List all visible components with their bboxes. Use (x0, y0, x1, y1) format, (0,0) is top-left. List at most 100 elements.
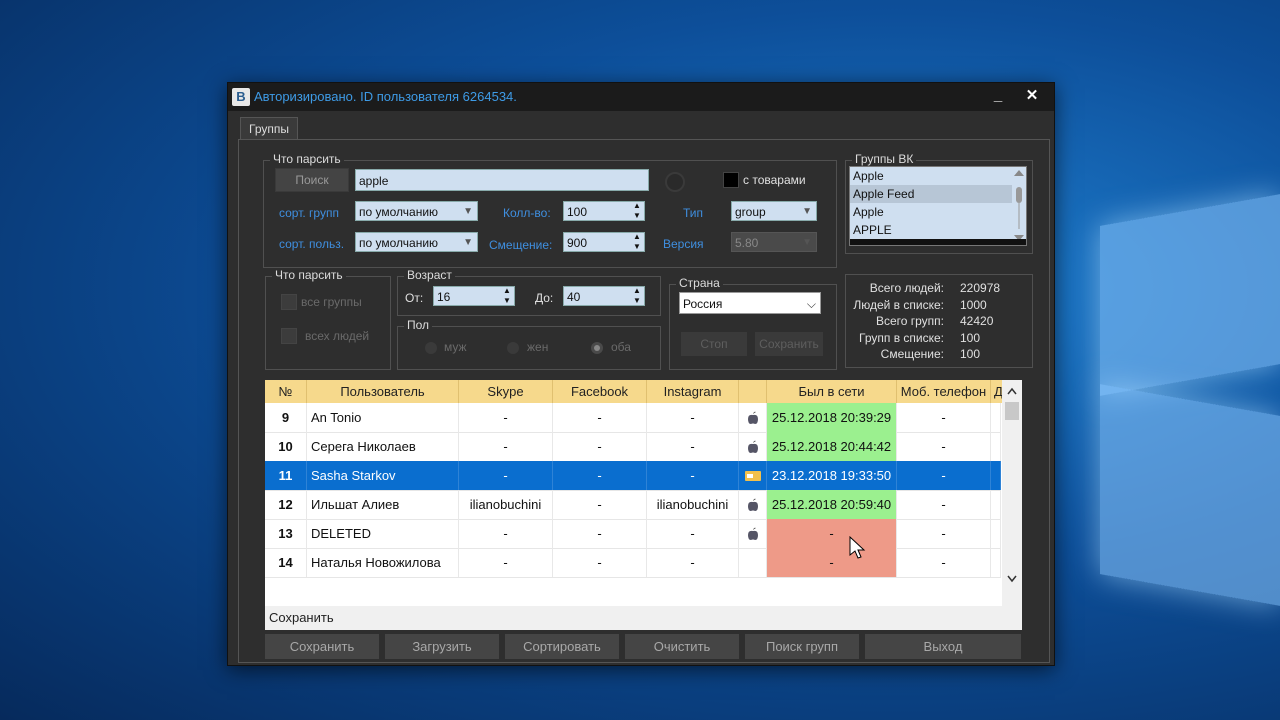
parse-legend: Что парсить (270, 152, 344, 166)
list-item[interactable]: Apple Feed (850, 185, 1026, 203)
search-button[interactable]: Поиск (275, 168, 349, 192)
table-cell-online: - (767, 548, 897, 577)
table-row[interactable]: 12 Ильшат Алиев ilianobuchini - ilianobuchin… (265, 490, 1001, 520)
age-from-label: От: (405, 291, 424, 305)
col-header[interactable]: Был в сети (767, 380, 897, 403)
table-cell-fb: - (553, 461, 647, 490)
age-from-input[interactable]: 16 ▲ ▼ (433, 286, 515, 306)
list-item[interactable]: Apple (850, 167, 1026, 185)
table-cell-user: Ильшат Алиев (307, 490, 459, 519)
table-cell-n: 12 (265, 490, 307, 519)
female-radio[interactable] (507, 342, 519, 354)
vk-logo-icon: B (232, 88, 250, 106)
type-value: group (735, 205, 766, 219)
vk-groups-legend: Группы ВК (852, 152, 917, 166)
table-cell-n: 10 (265, 432, 307, 461)
table-cell-skype: - (459, 403, 553, 432)
table-header: № Пользователь Skype Facebook Instagram … (265, 380, 1005, 403)
stat-key: Всего людей: (869, 281, 944, 295)
col-header[interactable]: Моб. телефон (897, 380, 991, 403)
table-row[interactable]: 14 Наталья Новожилова - - - - - (265, 548, 1001, 578)
table-cell-phone: - (897, 519, 991, 548)
exit-button[interactable]: Выход (865, 634, 1021, 659)
col-header[interactable]: Skype (459, 380, 553, 403)
count-input[interactable]: 100 ▲ ▼ (563, 201, 645, 221)
sex-legend: Пол (404, 318, 433, 332)
stat-row: Всего групп: 42420 (846, 314, 1032, 330)
count-value: 100 (567, 205, 588, 219)
app-window: B Авторизировано. ID пользователя 626453… (227, 82, 1055, 666)
stat-key: Групп в списке: (859, 331, 944, 345)
country-save-button[interactable]: Сохранить (755, 332, 823, 356)
table-scrollbar[interactable] (1002, 380, 1022, 606)
table-cell-user: Sasha Starkov (307, 461, 459, 490)
list-scrollbar[interactable] (1012, 167, 1026, 245)
sort-button[interactable]: Сортировать (505, 634, 619, 659)
type-select[interactable]: group ▼ (731, 201, 817, 221)
age-to-label: До: (535, 291, 554, 305)
col-header[interactable]: Пользователь (307, 380, 459, 403)
table-cell-skype: - (459, 461, 553, 490)
all-people-checkbox[interactable] (281, 328, 297, 344)
tab-groups[interactable]: Группы (240, 117, 298, 140)
version-label: Версия (663, 237, 704, 251)
col-header[interactable]: № (265, 380, 307, 403)
mouse-cursor-icon (849, 535, 867, 563)
spinner-icon[interactable]: ▲ ▼ (632, 286, 642, 306)
col-header[interactable]: Instagram (647, 380, 739, 403)
both-radio[interactable] (591, 342, 603, 354)
list-item[interactable]: Apple (850, 203, 1026, 221)
all-people-label: всех людей (305, 329, 370, 343)
all-groups-label: все группы (301, 295, 362, 309)
minimize-button[interactable]: _ (980, 83, 1016, 111)
stat-row: Людей в списке: 1000 (846, 298, 1032, 314)
search-radio[interactable] (665, 172, 685, 192)
save-button[interactable]: Сохранить (265, 634, 379, 659)
col-header[interactable]: Facebook (553, 380, 647, 403)
table-cell-online: 25.12.2018 20:44:42 (767, 432, 897, 461)
all-groups-checkbox[interactable] (281, 294, 297, 310)
stat-value: 100 (960, 331, 981, 345)
spinner-icon[interactable]: ▲ ▼ (632, 201, 642, 221)
goods-checkbox[interactable] (723, 172, 739, 188)
sort-users-label: сорт. польз. (279, 237, 345, 251)
sort-groups-select[interactable]: по умолчанию ▼ (355, 201, 478, 221)
stat-row: Всего людей: 220978 (846, 281, 1032, 297)
table-cell-n: 13 (265, 519, 307, 548)
search-input[interactable]: apple (355, 169, 649, 191)
vk-groups-list[interactable]: Apple Apple Feed Apple APPLE (849, 166, 1027, 246)
search-groups-button[interactable]: Поиск групп (745, 634, 859, 659)
apple-icon (739, 432, 767, 461)
clear-button[interactable]: Очистить (625, 634, 739, 659)
table-cell-phone: - (897, 490, 991, 519)
spinner-icon[interactable]: ▲ ▼ (502, 286, 512, 306)
stat-value: 100 (960, 347, 981, 361)
country-select[interactable]: Россия ⌵ (679, 292, 821, 314)
sort-users-select[interactable]: по умолчанию ▼ (355, 232, 478, 252)
age-to-input[interactable]: 40 ▲ ▼ (563, 286, 645, 306)
country-value: Россия (683, 297, 723, 311)
stop-button[interactable]: Стоп (681, 332, 747, 356)
table-cell-fb: - (553, 403, 647, 432)
window-title: Авторизировано. ID пользователя 6264534. (254, 89, 517, 104)
table-cell (991, 548, 1001, 577)
table-row[interactable]: 11 Sasha Starkov - - -23.12.2018 19:33:50- (265, 461, 1001, 491)
table-cell-phone: - (897, 461, 991, 490)
table-row[interactable]: 10 Серега Николаев - - -25.12.2018 20:44:42- (265, 432, 1001, 462)
col-header[interactable] (739, 380, 767, 403)
table-cell-online: 25.12.2018 20:39:29 (767, 403, 897, 432)
chevron-down-icon: ▼ (802, 206, 812, 217)
load-button[interactable]: Загрузить (385, 634, 499, 659)
spinner-icon[interactable]: ▲ ▼ (632, 232, 642, 252)
table-row[interactable]: 9 An Tonio - - -25.12.2018 20:39:29- (265, 403, 1001, 433)
offset-input[interactable]: 900 ▲ ▼ (563, 232, 645, 252)
title-bar[interactable]: B Авторизировано. ID пользователя 626453… (228, 83, 1054, 111)
close-button[interactable]: ✕ (1014, 83, 1050, 111)
male-radio[interactable] (425, 342, 437, 354)
table-cell (991, 432, 1001, 461)
stat-value: 1000 (960, 298, 987, 312)
list-item[interactable]: APPLE (850, 221, 1026, 239)
table-row[interactable]: 13 DELETED - - - - - (265, 519, 1001, 549)
both-label: оба (611, 340, 631, 354)
table-cell-skype: ilianobuchini (459, 490, 553, 519)
